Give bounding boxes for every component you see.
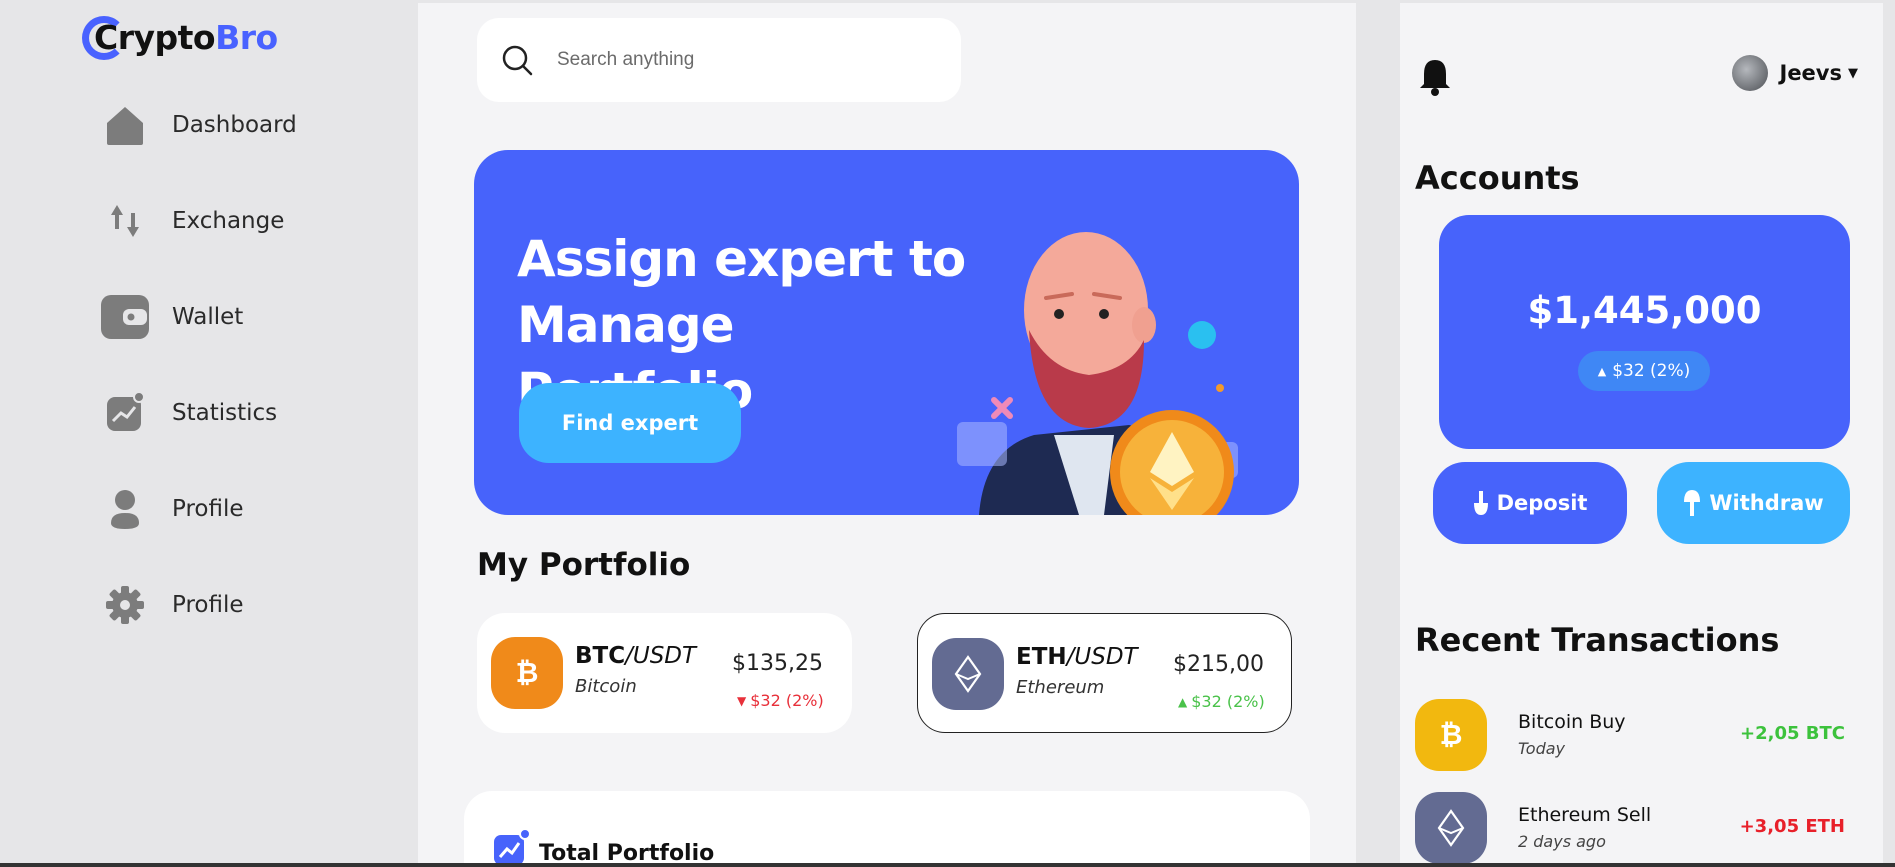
price-change: ▼ $32 (2%): [737, 691, 824, 710]
taskbar-edge: [0, 863, 1895, 867]
portfolio-title: My Portfolio: [477, 547, 691, 583]
search-bar[interactable]: [477, 18, 961, 102]
bell-icon[interactable]: [1418, 58, 1452, 96]
exchange-icon: [100, 196, 150, 246]
sidebar-item-label: Dashboard: [172, 112, 297, 138]
account-balance-card: $1,445,000 ▲ $32 (2%): [1439, 215, 1850, 449]
search-input[interactable]: [557, 49, 917, 71]
bitcoin-icon: ₿: [1415, 699, 1487, 771]
right-panel: Jeevs ▼ Accounts $1,445,000 ▲ $32 (2%) D…: [1400, 3, 1883, 867]
portfolio-card-btc[interactable]: ₿ BTC/USDT Bitcoin $135,25 ▼ $32 (2%): [477, 613, 852, 733]
coin-price: $135,25: [732, 651, 823, 676]
sidebar-item-statistics[interactable]: Statistics: [100, 388, 297, 438]
promo-banner: Assign expert to Manage Portfolio Find e…: [474, 150, 1299, 515]
search-icon: [502, 45, 533, 76]
account-balance: $1,445,000: [1527, 289, 1762, 332]
sidebar-item-label: Statistics: [172, 400, 278, 426]
statistics-icon: [100, 388, 150, 438]
balance-change-badge: ▲ $32 (2%): [1578, 351, 1710, 391]
pair-label: ETH/USDT: [1016, 644, 1138, 670]
transaction-name: Bitcoin Buy: [1518, 711, 1626, 733]
logo-text: CryptoBro: [94, 17, 278, 57]
transaction-amount: +3,05 ETH: [1739, 816, 1845, 837]
expert-illustration: [957, 232, 1238, 515]
transaction-amount: +2,05 BTC: [1740, 723, 1845, 744]
withdraw-arrow-icon: [1684, 490, 1701, 516]
avatar: [1731, 55, 1768, 91]
transaction-row[interactable]: ₿ Bitcoin Buy Today +2,05 BTC: [1415, 699, 1845, 773]
sidebar-item-label: Wallet: [172, 304, 244, 330]
svg-text:₿: ₿: [1440, 718, 1463, 751]
wallet-icon: [100, 292, 150, 342]
sidebar: CryptoBro Dashboard Exchange Wallet Stat…: [0, 0, 418, 867]
home-icon: [100, 100, 150, 150]
total-portfolio-card: Total Portfolio: [464, 791, 1310, 867]
portfolio-card-eth[interactable]: ETH/USDT Ethereum $215,00 ▲ $32 (2%): [917, 613, 1292, 733]
transaction-date: Today: [1518, 739, 1566, 758]
user-menu[interactable]: Jeevs ▼: [1731, 55, 1858, 91]
svg-text:₿: ₿: [516, 656, 539, 689]
sidebar-item-label: Profile: [172, 592, 244, 618]
recent-transactions-title: Recent Transactions: [1415, 621, 1780, 659]
sidebar-nav: Dashboard Exchange Wallet Statistics Pro…: [100, 100, 297, 676]
sidebar-item-label: Exchange: [172, 208, 285, 234]
deposit-arrow-icon: [1473, 491, 1488, 515]
bitcoin-icon: ₿: [491, 637, 563, 709]
transaction-date: 2 days ago: [1518, 832, 1606, 851]
pair-label: BTC/USDT: [575, 643, 697, 669]
statistics-icon: [494, 829, 530, 865]
ethereum-icon: [1415, 792, 1487, 864]
accounts-title: Accounts: [1415, 159, 1580, 197]
transaction-name: Ethereum Sell: [1518, 804, 1652, 826]
transaction-row[interactable]: Ethereum Sell 2 days ago +3,05 ETH: [1415, 792, 1845, 866]
chevron-down-icon: ▼: [1848, 65, 1858, 81]
coin-price: $215,00: [1173, 652, 1264, 677]
sidebar-item-profile[interactable]: Profile: [100, 484, 297, 534]
coin-name: Ethereum: [1016, 677, 1105, 698]
up-arrow-icon: ▲: [1597, 364, 1607, 378]
sidebar-item-dashboard[interactable]: Dashboard: [100, 100, 297, 150]
user-name: Jeevs: [1779, 61, 1843, 85]
withdraw-button[interactable]: Withdraw: [1657, 462, 1850, 544]
gear-icon: [100, 580, 150, 630]
sidebar-item-exchange[interactable]: Exchange: [100, 196, 297, 246]
coin-name: Bitcoin: [575, 676, 637, 697]
deposit-button[interactable]: Deposit: [1433, 462, 1627, 544]
down-arrow-icon: ▼: [737, 693, 747, 708]
logo[interactable]: CryptoBro: [82, 10, 278, 64]
sidebar-item-settings[interactable]: Profile: [100, 580, 297, 630]
up-arrow-icon: ▲: [1178, 694, 1188, 709]
ethereum-icon: [932, 638, 1004, 710]
price-change: ▲ $32 (2%): [1178, 692, 1265, 711]
sidebar-item-wallet[interactable]: Wallet: [100, 292, 297, 342]
sidebar-item-label: Profile: [172, 496, 244, 522]
user-icon: [100, 484, 150, 534]
find-expert-button[interactable]: Find expert: [519, 383, 741, 463]
main-content: Assign expert to Manage Portfolio Find e…: [418, 3, 1356, 867]
